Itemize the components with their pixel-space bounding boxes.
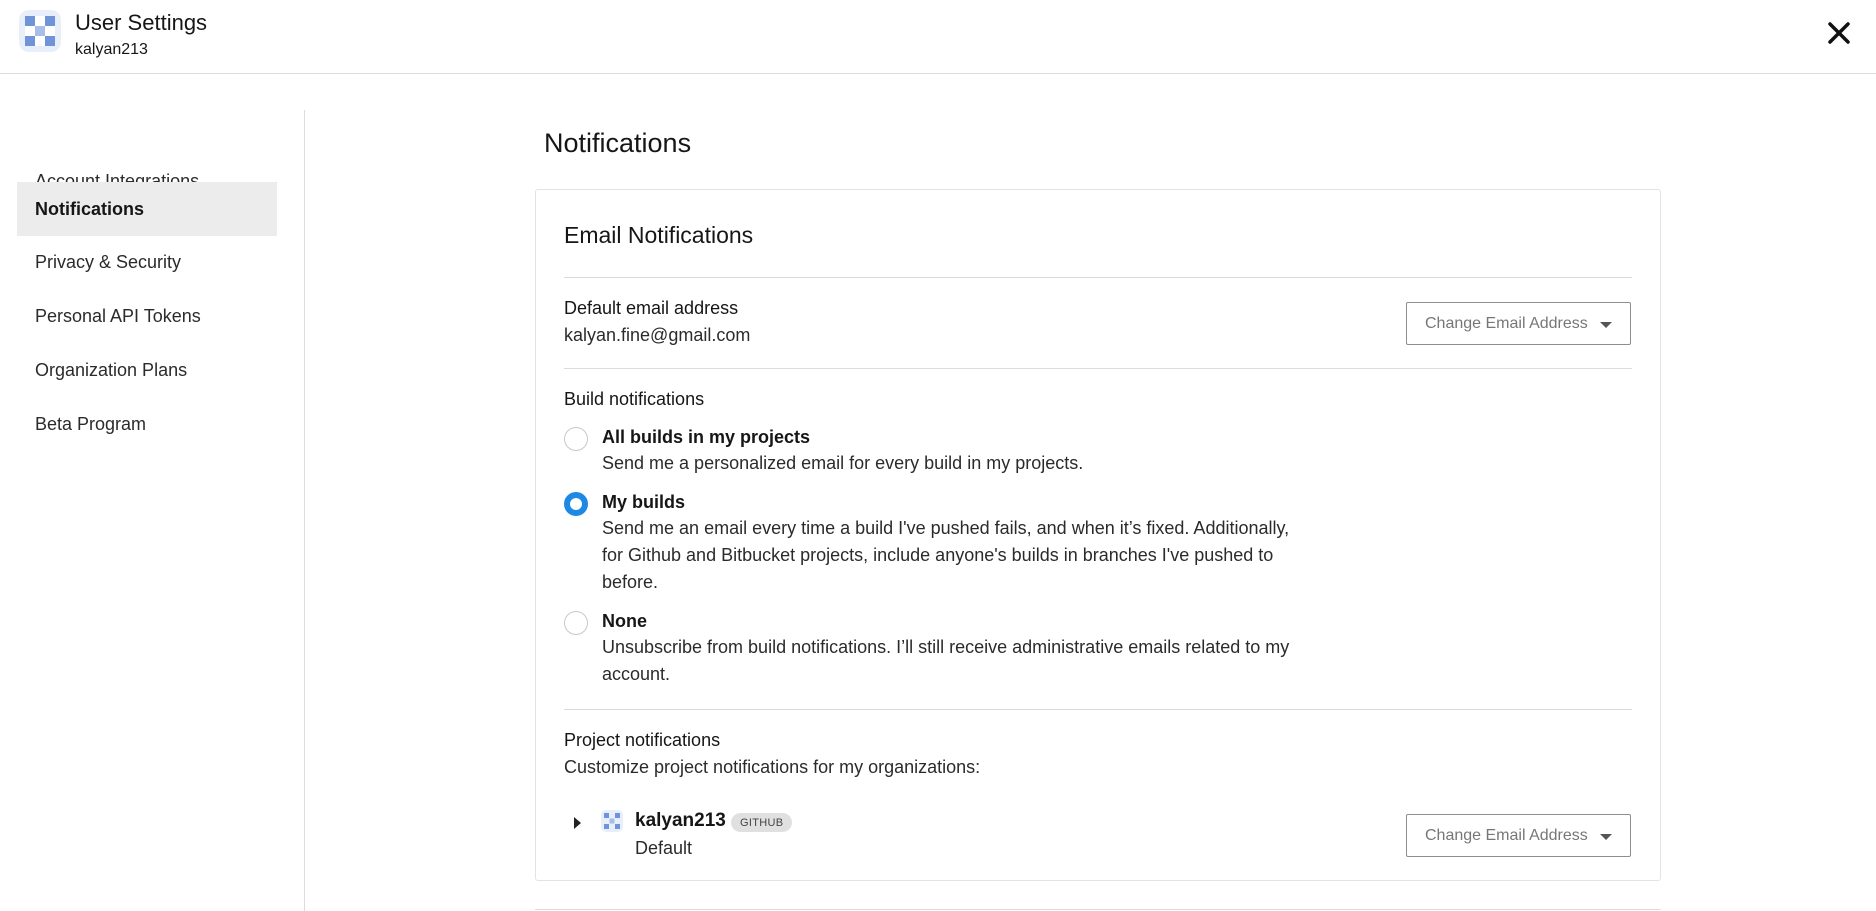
org-notification-setting: Default [635, 838, 693, 858]
project-notifications-desc: Customize project notifications for my o… [564, 757, 981, 777]
option-title-all-builds: All builds in my projects [602, 427, 811, 447]
org-change-email-address-button[interactable]: Change Email Address [1406, 814, 1631, 857]
sidebar-item-organization-plans[interactable]: Organization Plans [17, 343, 277, 397]
default-email-value: kalyan.fine@gmail.com [564, 325, 751, 345]
sidebar-item-privacy-security[interactable]: Privacy & Security [17, 235, 277, 289]
divider [564, 709, 1632, 710]
vcs-badge: GITHUB [731, 813, 793, 832]
card-title: Email Notifications [564, 222, 754, 248]
page-header-title: User Settings [75, 10, 208, 35]
divider [564, 368, 1632, 369]
settings-sidebar: Account Integrations Notifications Priva… [0, 110, 305, 911]
change-email-address-button[interactable]: Change Email Address [1406, 302, 1631, 345]
radio-my-builds[interactable] [564, 492, 588, 516]
sidebar-item-personal-api-tokens[interactable]: Personal API Tokens [17, 289, 277, 343]
close-icon[interactable] [1820, 14, 1858, 52]
option-desc-my-builds: Send me an email every time a build I've… [602, 518, 1290, 592]
divider [564, 277, 1632, 278]
project-notifications-label: Project notifications [564, 730, 721, 750]
option-desc-none: Unsubscribe from build notifications. I’… [602, 637, 1290, 684]
option-desc-all-builds: Send me a personalized email for every b… [602, 453, 1084, 473]
caret-down-icon [1600, 322, 1612, 328]
default-email-label: Default email address [564, 298, 739, 318]
org-name[interactable]: kalyan213 [635, 810, 726, 832]
org-logo-icon [601, 810, 623, 832]
build-notifications-label: Build notifications [564, 389, 705, 409]
radio-none[interactable] [564, 611, 588, 635]
change-email-address-label: Change Email Address [1425, 826, 1588, 844]
email-notifications-card: Email Notifications Default email addres… [535, 189, 1661, 881]
header-username: kalyan213 [75, 41, 148, 58]
change-email-address-label: Change Email Address [1425, 314, 1588, 332]
sidebar-item-beta-program[interactable]: Beta Program [17, 397, 277, 451]
divider [535, 909, 1661, 910]
expand-caret-icon[interactable] [574, 817, 581, 829]
sidebar-item-notifications[interactable]: Notifications [17, 182, 277, 236]
option-title-my-builds: My builds [602, 492, 686, 512]
radio-all-builds[interactable] [564, 427, 588, 451]
circleci-logo-icon [19, 10, 61, 52]
header: User Settings kalyan213 [0, 0, 1876, 74]
page-title: Notifications [544, 128, 692, 158]
caret-down-icon [1600, 834, 1612, 840]
option-title-none: None [602, 611, 647, 631]
